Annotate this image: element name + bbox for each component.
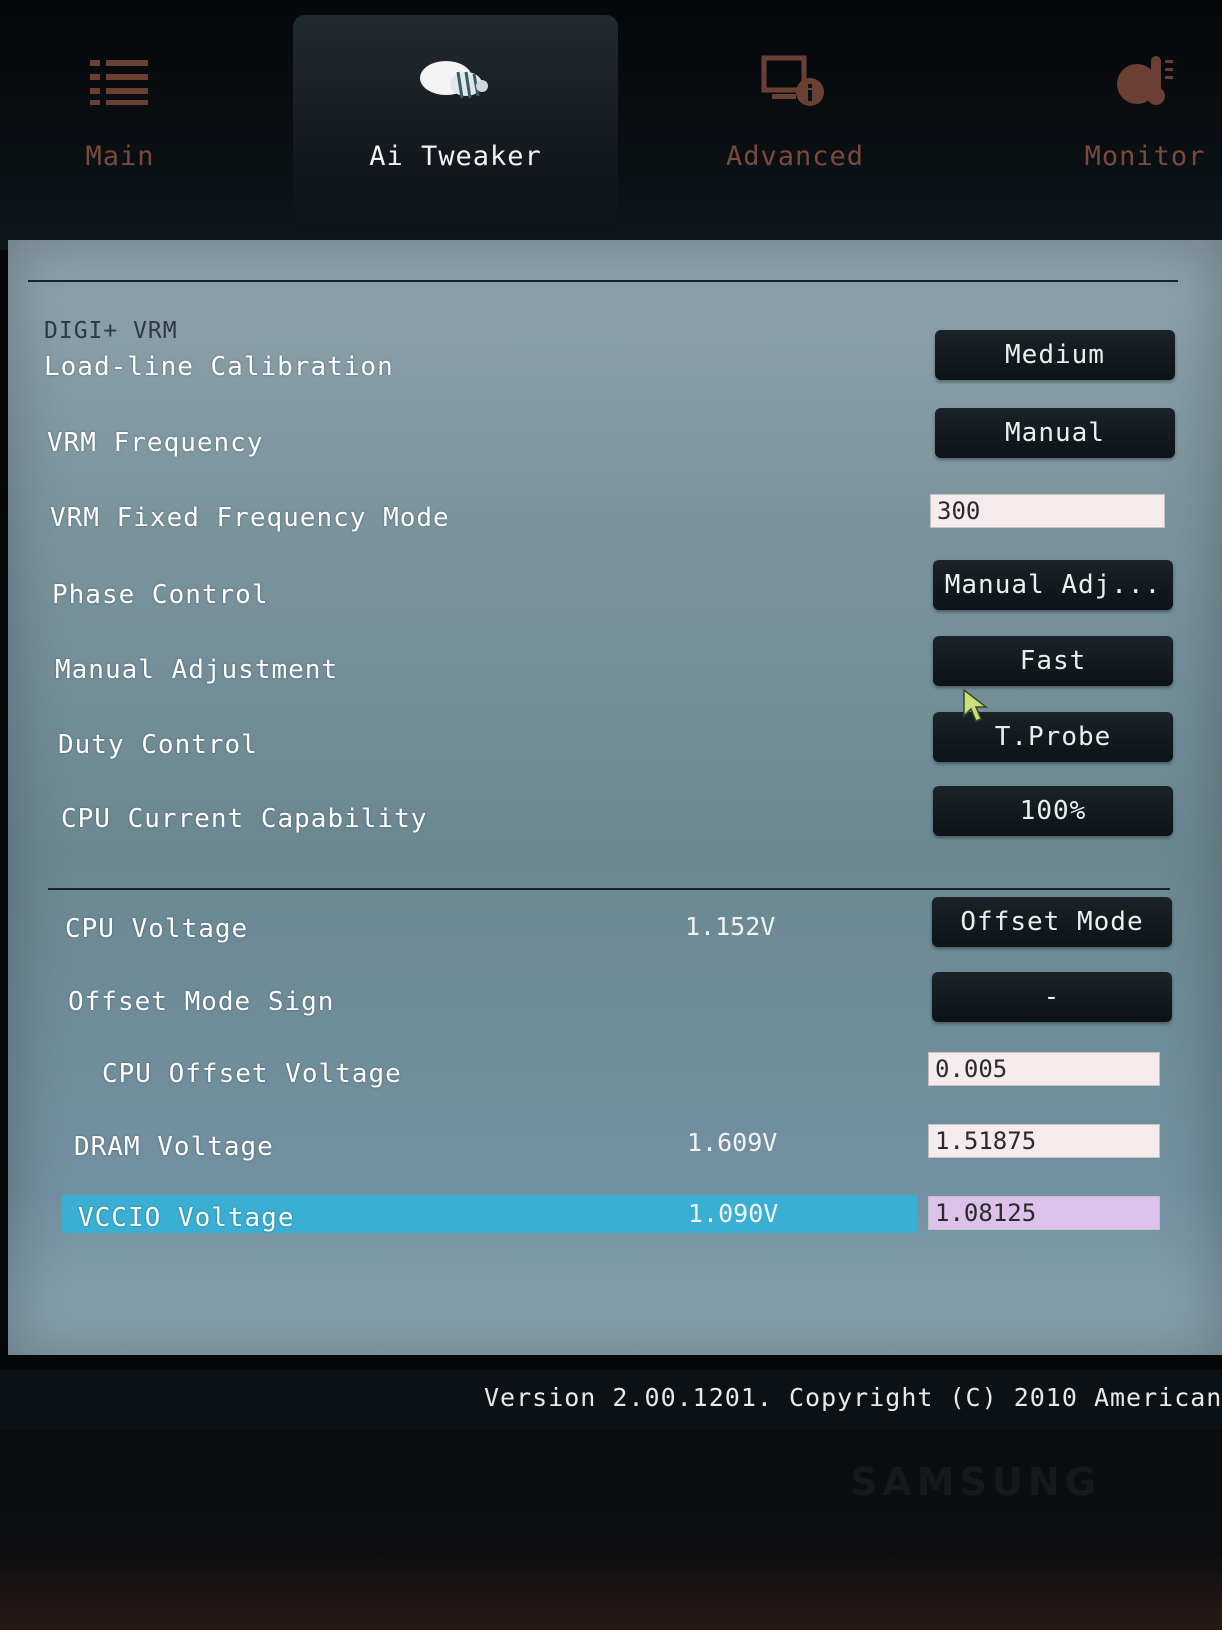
cpu-offset-voltage-label: CPU Offset Voltage <box>102 1059 402 1089</box>
tab-monitor-label: Monitor <box>1084 141 1206 172</box>
advanced-info-icon <box>760 37 830 127</box>
phase-control-label: Phase Control <box>52 580 269 610</box>
dram-voltage-input[interactable]: 1.51875 <box>928 1124 1160 1158</box>
tab-main[interactable]: Main <box>60 15 180 230</box>
cpu-voltage-mode-button[interactable]: Offset Mode <box>932 897 1172 947</box>
vrm-frequency-button[interactable]: Manual <box>935 408 1175 458</box>
cpu-voltage-reading: 1.152V <box>685 912 776 941</box>
load-line-calibration-button[interactable]: Medium <box>935 330 1175 380</box>
vrm-fixed-frequency-input[interactable]: 300 <box>930 494 1165 528</box>
mouse-pointer-icon <box>962 688 989 728</box>
section-title: DIGI+ VRM <box>44 318 178 344</box>
dram-voltage-reading: 1.609V <box>687 1128 778 1157</box>
thermometer-icon <box>1113 37 1177 127</box>
manual-adjustment-label: Manual Adjustment <box>55 655 339 685</box>
monitor-brand-logo: SAMSUNG <box>850 1460 1101 1504</box>
manual-adjustment-button[interactable]: Fast <box>933 636 1173 686</box>
middle-divider <box>48 888 1170 890</box>
tweaker-icon <box>416 37 496 127</box>
tab-ai-tweaker-label: Ai Tweaker <box>369 141 542 172</box>
cpu-current-capability-button[interactable]: 100% <box>933 786 1173 836</box>
vccio-voltage-label: VCCIO Voltage <box>78 1203 295 1233</box>
top-navigation: Main Ai Tweaker Advanced Monitor <box>0 0 1222 250</box>
cpu-voltage-label: CPU Voltage <box>65 914 249 944</box>
dram-voltage-label: DRAM Voltage <box>74 1132 274 1162</box>
duty-control-label: Duty Control <box>58 730 258 760</box>
offset-mode-sign-button[interactable]: - <box>932 972 1172 1022</box>
tab-monitor[interactable]: Monitor <box>1070 15 1220 230</box>
top-divider <box>28 280 1178 282</box>
tab-advanced-label: Advanced <box>725 141 865 172</box>
version-copyright: Version 2.00.1201. Copyright (C) 2010 Am… <box>484 1383 1222 1412</box>
tab-ai-tweaker[interactable]: Ai Tweaker <box>293 15 618 230</box>
load-line-calibration-label: Load-line Calibration <box>44 352 394 382</box>
vccio-voltage-input[interactable]: 1.08125 <box>928 1196 1160 1230</box>
cpu-current-capability-label: CPU Current Capability <box>61 804 428 834</box>
vrm-frequency-label: VRM Frequency <box>47 428 264 458</box>
tab-main-label: Main <box>85 141 155 172</box>
cpu-offset-voltage-input[interactable]: 0.005 <box>928 1052 1160 1086</box>
list-icon <box>90 37 150 127</box>
vrm-fixed-frequency-label: VRM Fixed Frequency Mode <box>50 503 450 533</box>
offset-mode-sign-label: Offset Mode Sign <box>68 987 335 1017</box>
phase-control-button[interactable]: Manual Adj... <box>933 560 1173 610</box>
vccio-voltage-reading: 1.090V <box>688 1199 779 1228</box>
tab-advanced[interactable]: Advanced <box>715 15 875 230</box>
